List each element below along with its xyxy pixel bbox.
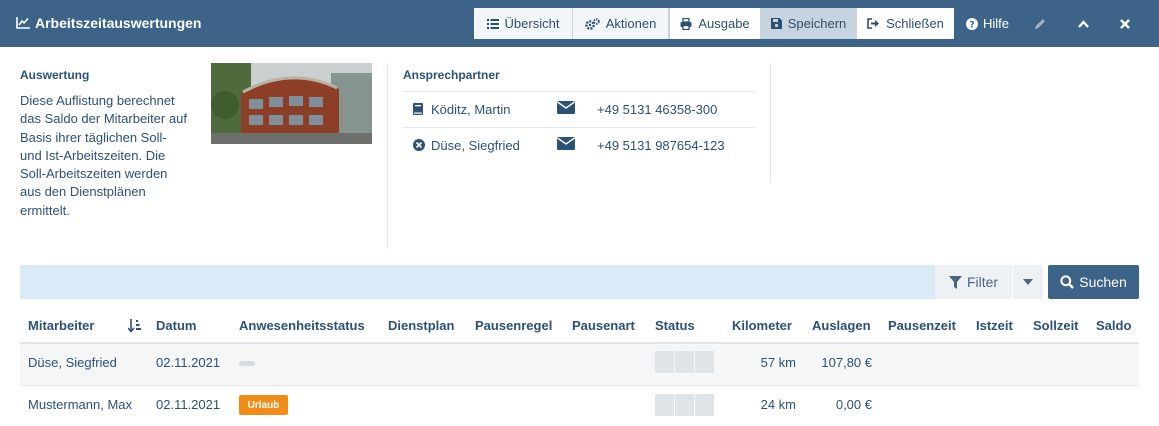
- cell-mitarbeiter: Mustermann, Max: [28, 397, 133, 412]
- column-header-mitarbeiter[interactable]: Mitarbeiter: [28, 318, 94, 333]
- close-window-button[interactable]: [1120, 8, 1130, 39]
- contact-phone[interactable]: +49 5131 46358-300: [597, 102, 717, 117]
- contact-name[interactable]: Düse, Siegfried: [431, 138, 520, 153]
- column-header-datum[interactable]: Datum: [156, 318, 196, 333]
- search-button[interactable]: Suchen: [1048, 265, 1139, 299]
- print-icon: [680, 17, 692, 30]
- book-icon: [413, 103, 423, 115]
- cogs-icon: [584, 17, 600, 30]
- pencil-icon: [1035, 18, 1045, 29]
- list-icon: [486, 18, 499, 29]
- column-header-kilometer[interactable]: Kilometer: [732, 318, 792, 333]
- chevron-up-icon: [1078, 19, 1089, 28]
- app-title-text: Arbeitszeitauswertungen: [35, 15, 202, 31]
- column-header-pausenregel[interactable]: Pausenregel: [475, 318, 552, 333]
- svg-text:?: ?: [969, 20, 974, 30]
- sign-out-icon: [867, 18, 880, 29]
- cell-kilometer: 57 km: [760, 355, 796, 370]
- filter-bar[interactable]: [20, 265, 935, 299]
- building-photo: [211, 63, 372, 144]
- output-button[interactable]: Ausgabe: [669, 8, 761, 39]
- app-title: Arbeitszeitauswertungen: [16, 15, 201, 31]
- cell-datum: 02.11.2021: [156, 397, 221, 412]
- close-button[interactable]: Schließen: [857, 8, 954, 39]
- column-header-dienstplan[interactable]: Dienstplan: [388, 318, 454, 333]
- actions-button[interactable]: Aktionen: [573, 8, 669, 39]
- contact-name[interactable]: Köditz, Martin: [431, 102, 510, 117]
- filter-icon: [948, 275, 962, 289]
- help-button[interactable]: ? Hilfe: [966, 8, 1009, 39]
- cell-datum: 02.11.2021: [156, 355, 221, 370]
- evaluation-heading: Auswertung: [20, 68, 90, 82]
- caret-down-icon: [1023, 279, 1033, 285]
- contacts-heading: Ansprechpartner: [403, 68, 500, 82]
- status-indicator: [655, 351, 715, 373]
- envelope-icon[interactable]: [557, 137, 575, 150]
- search-icon: [1060, 275, 1075, 289]
- question-circle-icon: ?: [966, 17, 978, 30]
- envelope-icon[interactable]: [557, 101, 575, 114]
- status-badge: Urlaub: [239, 395, 288, 415]
- filter-button[interactable]: Filter: [935, 265, 1012, 299]
- close-icon: [1120, 18, 1130, 29]
- column-header-pausenzeit[interactable]: Pausenzeit: [888, 318, 956, 333]
- sort-icon[interactable]: [128, 319, 141, 332]
- circle-x-icon: [413, 139, 425, 151]
- cell-auslagen: 0,00 €: [835, 397, 872, 412]
- column-header-istzeit[interactable]: Istzeit: [976, 318, 1013, 333]
- line-chart-icon: [16, 17, 30, 29]
- column-header-auslagen[interactable]: Auslagen: [812, 318, 871, 333]
- toolbar: Übersicht Aktionen Ausgabe Speichern Sch…: [474, 8, 954, 39]
- save-button[interactable]: Speichern: [761, 8, 857, 39]
- cell-auslagen: 107,80 €: [821, 355, 872, 370]
- column-header-saldo[interactable]: Saldo: [1096, 318, 1131, 333]
- contact-row: Köditz, Martin +49 5131 46358-300: [403, 91, 755, 127]
- column-header-sollzeit[interactable]: Sollzeit: [1033, 318, 1079, 333]
- cell-mitarbeiter: Düse, Siegfried: [28, 355, 117, 370]
- status-pill: [239, 361, 255, 366]
- contact-row: Düse, Siegfried +49 5131 987654-123: [403, 127, 755, 163]
- collapse-button[interactable]: [1078, 8, 1089, 39]
- divider: [770, 63, 771, 183]
- filter-dropdown-button[interactable]: [1013, 265, 1043, 299]
- app-header: Arbeitszeitauswertungen Übersicht Aktion…: [0, 0, 1159, 47]
- divider: [387, 63, 388, 249]
- column-header-pausenart[interactable]: Pausenart: [572, 318, 635, 333]
- column-header-status[interactable]: Status: [655, 318, 695, 333]
- status-indicator: [655, 394, 715, 416]
- save-icon: [770, 18, 782, 29]
- contact-phone[interactable]: +49 5131 987654-123: [597, 138, 725, 153]
- edit-button[interactable]: [1034, 8, 1046, 39]
- column-header-anwesenheitsstatus[interactable]: Anwesenheitsstatus: [239, 318, 365, 333]
- evaluation-description: Diese Auflistung berechnet das Saldo der…: [20, 93, 187, 218]
- cell-kilometer: 24 km: [760, 397, 796, 412]
- overview-button[interactable]: Übersicht: [474, 8, 573, 39]
